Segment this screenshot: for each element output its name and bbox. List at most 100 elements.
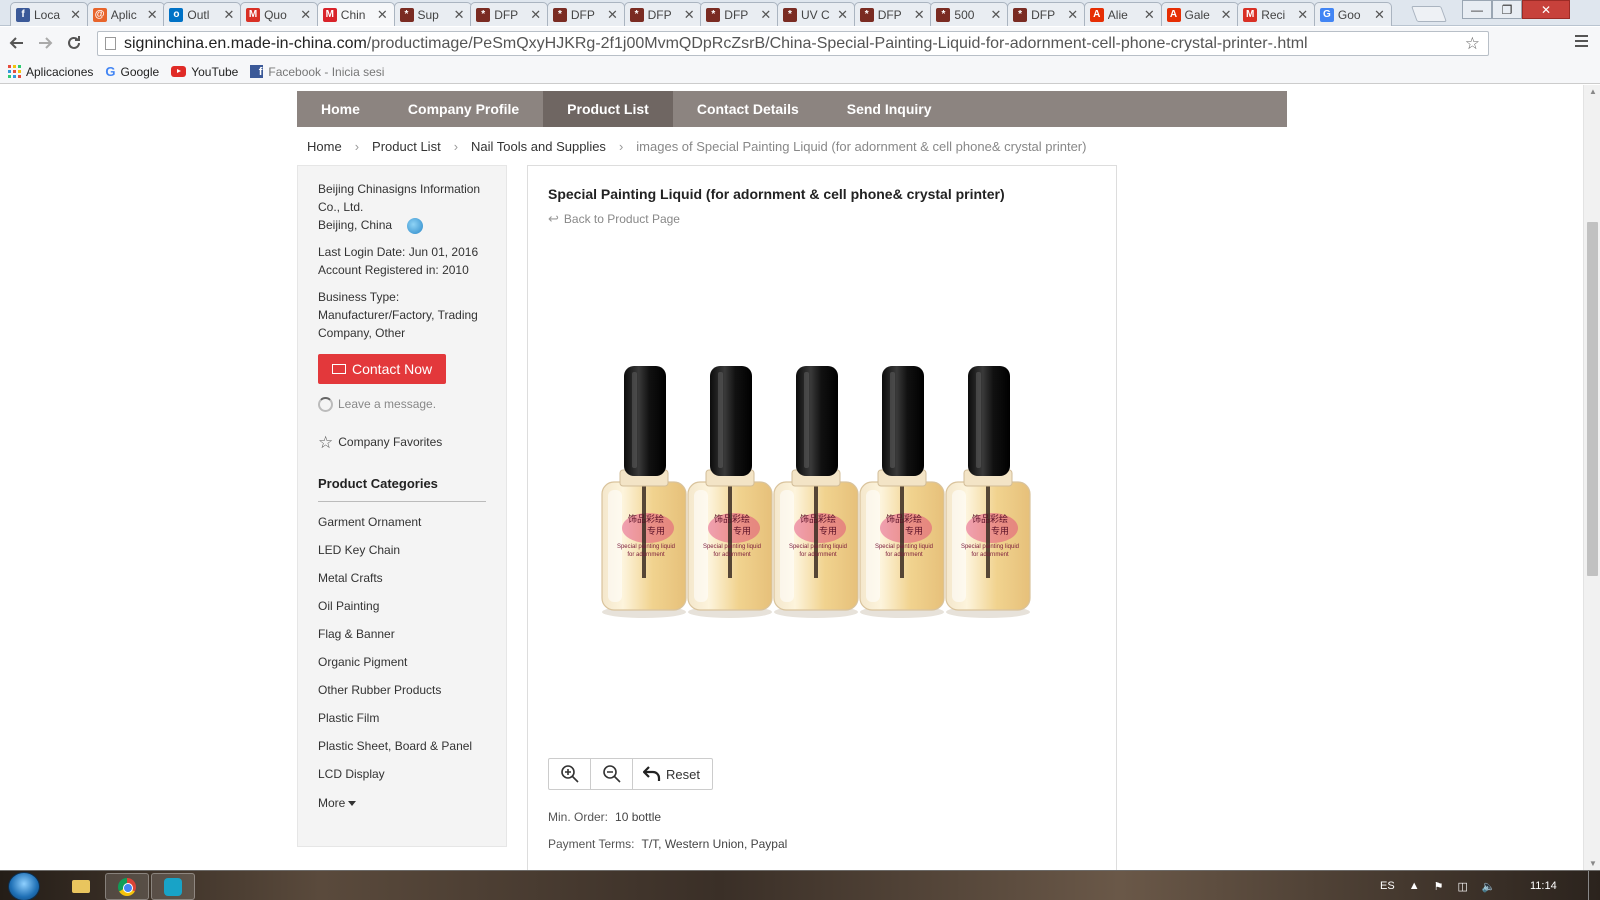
close-tab-icon[interactable]: ✕ — [837, 7, 848, 23]
taskbar-chrome[interactable] — [105, 873, 149, 900]
close-tab-icon[interactable]: ✕ — [147, 7, 158, 23]
business-type-value: Manufacturer/Factory, Trading Company, O… — [318, 308, 478, 340]
category-link[interactable]: Organic Pigment — [318, 654, 486, 682]
close-tab-icon[interactable]: ✕ — [914, 7, 925, 23]
zoom-out-button[interactable] — [591, 759, 633, 789]
close-tab-icon[interactable]: ✕ — [1297, 7, 1308, 23]
category-link[interactable]: Plastic Film — [318, 710, 486, 738]
company-favorites-link[interactable]: ☆ Company Favorites — [318, 433, 486, 451]
category-link[interactable]: LCD Display — [318, 766, 486, 794]
close-tab-icon[interactable]: ✕ — [223, 7, 234, 23]
leave-message-link[interactable]: Leave a message. — [318, 395, 486, 413]
tab-title: 500 — [954, 7, 975, 22]
app-icon — [164, 877, 182, 896]
close-tab-icon[interactable]: ✕ — [760, 7, 771, 23]
zoom-in-button[interactable] — [549, 759, 591, 789]
browser-tab[interactable]: * DFP ✕ — [623, 2, 702, 26]
browser-tab[interactable]: A Gale ✕ — [1160, 2, 1239, 26]
category-link[interactable]: Plastic Sheet, Board & Panel — [318, 738, 486, 766]
product-photo[interactable]: 饰品彩绘专用 Special painting liquid for adornme… — [598, 366, 1038, 626]
browser-tab[interactable]: M Reci ✕ — [1237, 2, 1316, 26]
start-button[interactable] — [8, 872, 40, 900]
browser-toolbar: signinchina.en.made-in-china.com/product… — [0, 27, 1600, 60]
close-tab-icon[interactable]: ✕ — [377, 7, 388, 23]
new-tab-button[interactable] — [1411, 6, 1447, 22]
bookmark-star-icon[interactable]: ☆ — [1465, 34, 1480, 54]
browser-tab[interactable]: * DFP ✕ — [1007, 2, 1086, 26]
browser-tab[interactable]: G Goo ✕ — [1313, 2, 1392, 26]
globe-icon[interactable] — [407, 217, 424, 234]
scroll-up-arrow-icon[interactable]: ▲ — [1589, 87, 1597, 96]
company-name[interactable]: Beijing Chinasigns Information Co., Ltd. — [318, 182, 480, 214]
show-hidden-icons-icon[interactable]: ▲ — [1409, 880, 1420, 892]
forward-arrow-icon[interactable] — [34, 32, 56, 54]
taskbar-app[interactable] — [151, 873, 195, 900]
reload-icon[interactable] — [63, 32, 85, 54]
back-to-product-link[interactable]: ↩ Back to Product Page — [548, 211, 680, 227]
bookmark-apps[interactable]: Aplicaciones — [8, 65, 93, 79]
browser-tab[interactable]: * DFP ✕ — [546, 2, 625, 26]
nav-company-profile[interactable]: Company Profile — [384, 91, 543, 127]
browser-tab[interactable]: o Outl ✕ — [163, 2, 242, 26]
category-link[interactable]: Flag & Banner — [318, 626, 486, 654]
taskbar-explorer[interactable] — [59, 873, 103, 900]
taskbar-clock[interactable]: 11:14 — [1530, 880, 1557, 892]
show-desktop-button[interactable] — [1588, 871, 1600, 900]
nav-home[interactable]: Home — [297, 91, 384, 127]
browser-tab[interactable]: * DFP ✕ — [700, 2, 779, 26]
browser-tab[interactable]: * DFP ✕ — [470, 2, 549, 26]
breadcrumb-item[interactable]: Home — [307, 139, 342, 154]
image-zoom-controls: Reset — [548, 758, 713, 790]
scroll-down-arrow-icon[interactable]: ▼ — [1589, 859, 1597, 868]
page-scrollbar[interactable]: ▲ ▼ — [1583, 85, 1600, 870]
bookmark-facebook[interactable]: f Facebook - Inicia sesi — [250, 65, 384, 79]
network-icon[interactable]: ◫ — [1457, 880, 1467, 893]
volume-icon[interactable]: 🔈 — [1482, 880, 1496, 893]
minimize-button[interactable]: — — [1462, 0, 1492, 19]
browser-tab[interactable]: A Alie ✕ — [1083, 2, 1162, 26]
category-link[interactable]: Garment Ornament — [318, 514, 486, 542]
address-bar[interactable]: signinchina.en.made-in-china.com/product… — [97, 31, 1489, 56]
more-categories-button[interactable]: More — [318, 794, 486, 812]
bookmark-google[interactable]: G Google — [105, 64, 159, 79]
close-tab-icon[interactable]: ✕ — [454, 7, 465, 23]
bookmark-youtube[interactable]: YouTube — [171, 65, 238, 79]
close-tab-icon[interactable]: ✕ — [684, 7, 695, 23]
scrollbar-thumb[interactable] — [1587, 222, 1598, 576]
nav-contact-details[interactable]: Contact Details — [673, 91, 823, 127]
contact-now-button[interactable]: Contact Now — [318, 354, 447, 384]
close-tab-icon[interactable]: ✕ — [1221, 7, 1232, 23]
close-tab-icon[interactable]: ✕ — [530, 7, 541, 23]
nav-product-list[interactable]: Product List — [543, 91, 673, 127]
nav-send-inquiry[interactable]: Send Inquiry — [823, 91, 956, 127]
browser-tab[interactable]: M Chin ✕ — [316, 2, 395, 26]
breadcrumb-item[interactable]: Product List — [372, 139, 441, 154]
browser-tab[interactable]: * UV C ✕ — [777, 2, 855, 26]
close-tab-icon[interactable]: ✕ — [1374, 7, 1385, 23]
close-tab-icon[interactable]: ✕ — [607, 7, 618, 23]
reset-zoom-button[interactable]: Reset — [633, 759, 712, 789]
category-link[interactable]: Metal Crafts — [318, 570, 486, 598]
category-link[interactable]: Oil Painting — [318, 598, 486, 626]
browser-tab[interactable]: f Loca ✕ — [10, 2, 88, 26]
close-tab-icon[interactable]: ✕ — [300, 7, 311, 23]
zoom-out-icon — [602, 765, 621, 783]
language-indicator[interactable]: ES — [1380, 880, 1395, 892]
close-tab-icon[interactable]: ✕ — [70, 7, 81, 23]
browser-tab[interactable]: M Quo ✕ — [240, 2, 319, 26]
browser-tab[interactable]: @ Aplic ✕ — [86, 2, 165, 26]
close-tab-icon[interactable]: ✕ — [990, 7, 1001, 23]
back-arrow-icon[interactable] — [6, 32, 28, 54]
browser-menu-icon[interactable] — [1575, 35, 1588, 50]
close-tab-icon[interactable]: ✕ — [1067, 7, 1078, 23]
close-window-button[interactable]: ✕ — [1522, 0, 1570, 19]
category-link[interactable]: LED Key Chain — [318, 542, 486, 570]
close-tab-icon[interactable]: ✕ — [1144, 7, 1155, 23]
browser-tab[interactable]: * Sup ✕ — [393, 2, 472, 26]
breadcrumb-item[interactable]: Nail Tools and Supplies — [471, 139, 606, 154]
maximize-button[interactable]: ❐ — [1492, 0, 1522, 19]
browser-tab[interactable]: * DFP ✕ — [853, 2, 932, 26]
action-center-flag-icon[interactable]: ⚑ — [1434, 880, 1444, 893]
browser-tab[interactable]: * 500 ✕ — [930, 2, 1009, 26]
category-link[interactable]: Other Rubber Products — [318, 682, 486, 710]
